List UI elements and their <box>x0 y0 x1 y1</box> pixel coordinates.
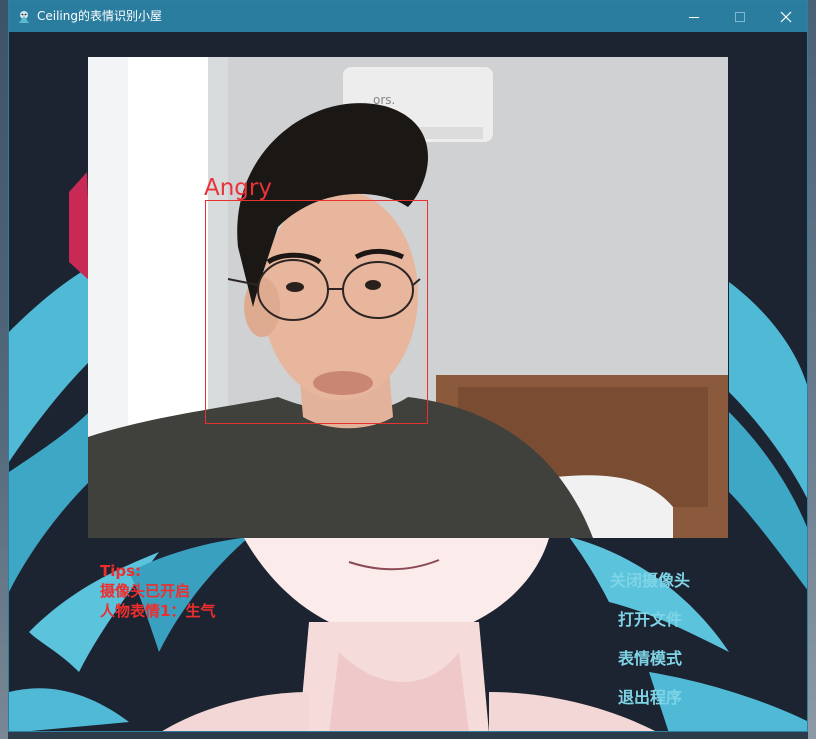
app-window: Ceiling的表情识别小屋 ors. Angry Tips: 摄像头已开启 人… <box>8 0 808 732</box>
title-bar[interactable]: Ceiling的表情识别小屋 <box>9 1 807 32</box>
emotion-mode-button[interactable]: 表情模式 <box>599 645 701 673</box>
desktop-background-right <box>808 0 816 739</box>
close-icon <box>780 11 792 22</box>
tips-camera-status: 摄像头已开启 <box>100 582 191 600</box>
minimize-button[interactable] <box>671 1 717 32</box>
desktop-background-left <box>0 0 8 739</box>
emotion-label: Angry <box>204 175 272 201</box>
tips-emotion-result: 人物表情1：生气 <box>100 602 216 620</box>
tips-heading: Tips: <box>100 562 142 580</box>
exit-program-button[interactable]: 退出程序 <box>599 684 701 712</box>
main-content: ors. Angry Tips: 摄像头已开启 人物表情1：生气 关闭摄像头 打… <box>9 32 807 731</box>
app-icon <box>17 9 31 23</box>
maximize-icon <box>735 11 745 22</box>
minimize-icon <box>689 16 699 18</box>
tips-panel: Tips: 摄像头已开启 人物表情1：生气 <box>100 561 215 621</box>
open-file-button[interactable]: 打开文件 <box>599 606 701 634</box>
close-button[interactable] <box>763 1 807 32</box>
camera-view: ors. Angry <box>88 57 728 538</box>
face-detection-box <box>205 200 428 424</box>
maximize-button[interactable] <box>717 1 763 32</box>
close-camera-button[interactable]: 关闭摄像头 <box>599 567 701 595</box>
window-title: Ceiling的表情识别小屋 <box>37 9 162 23</box>
